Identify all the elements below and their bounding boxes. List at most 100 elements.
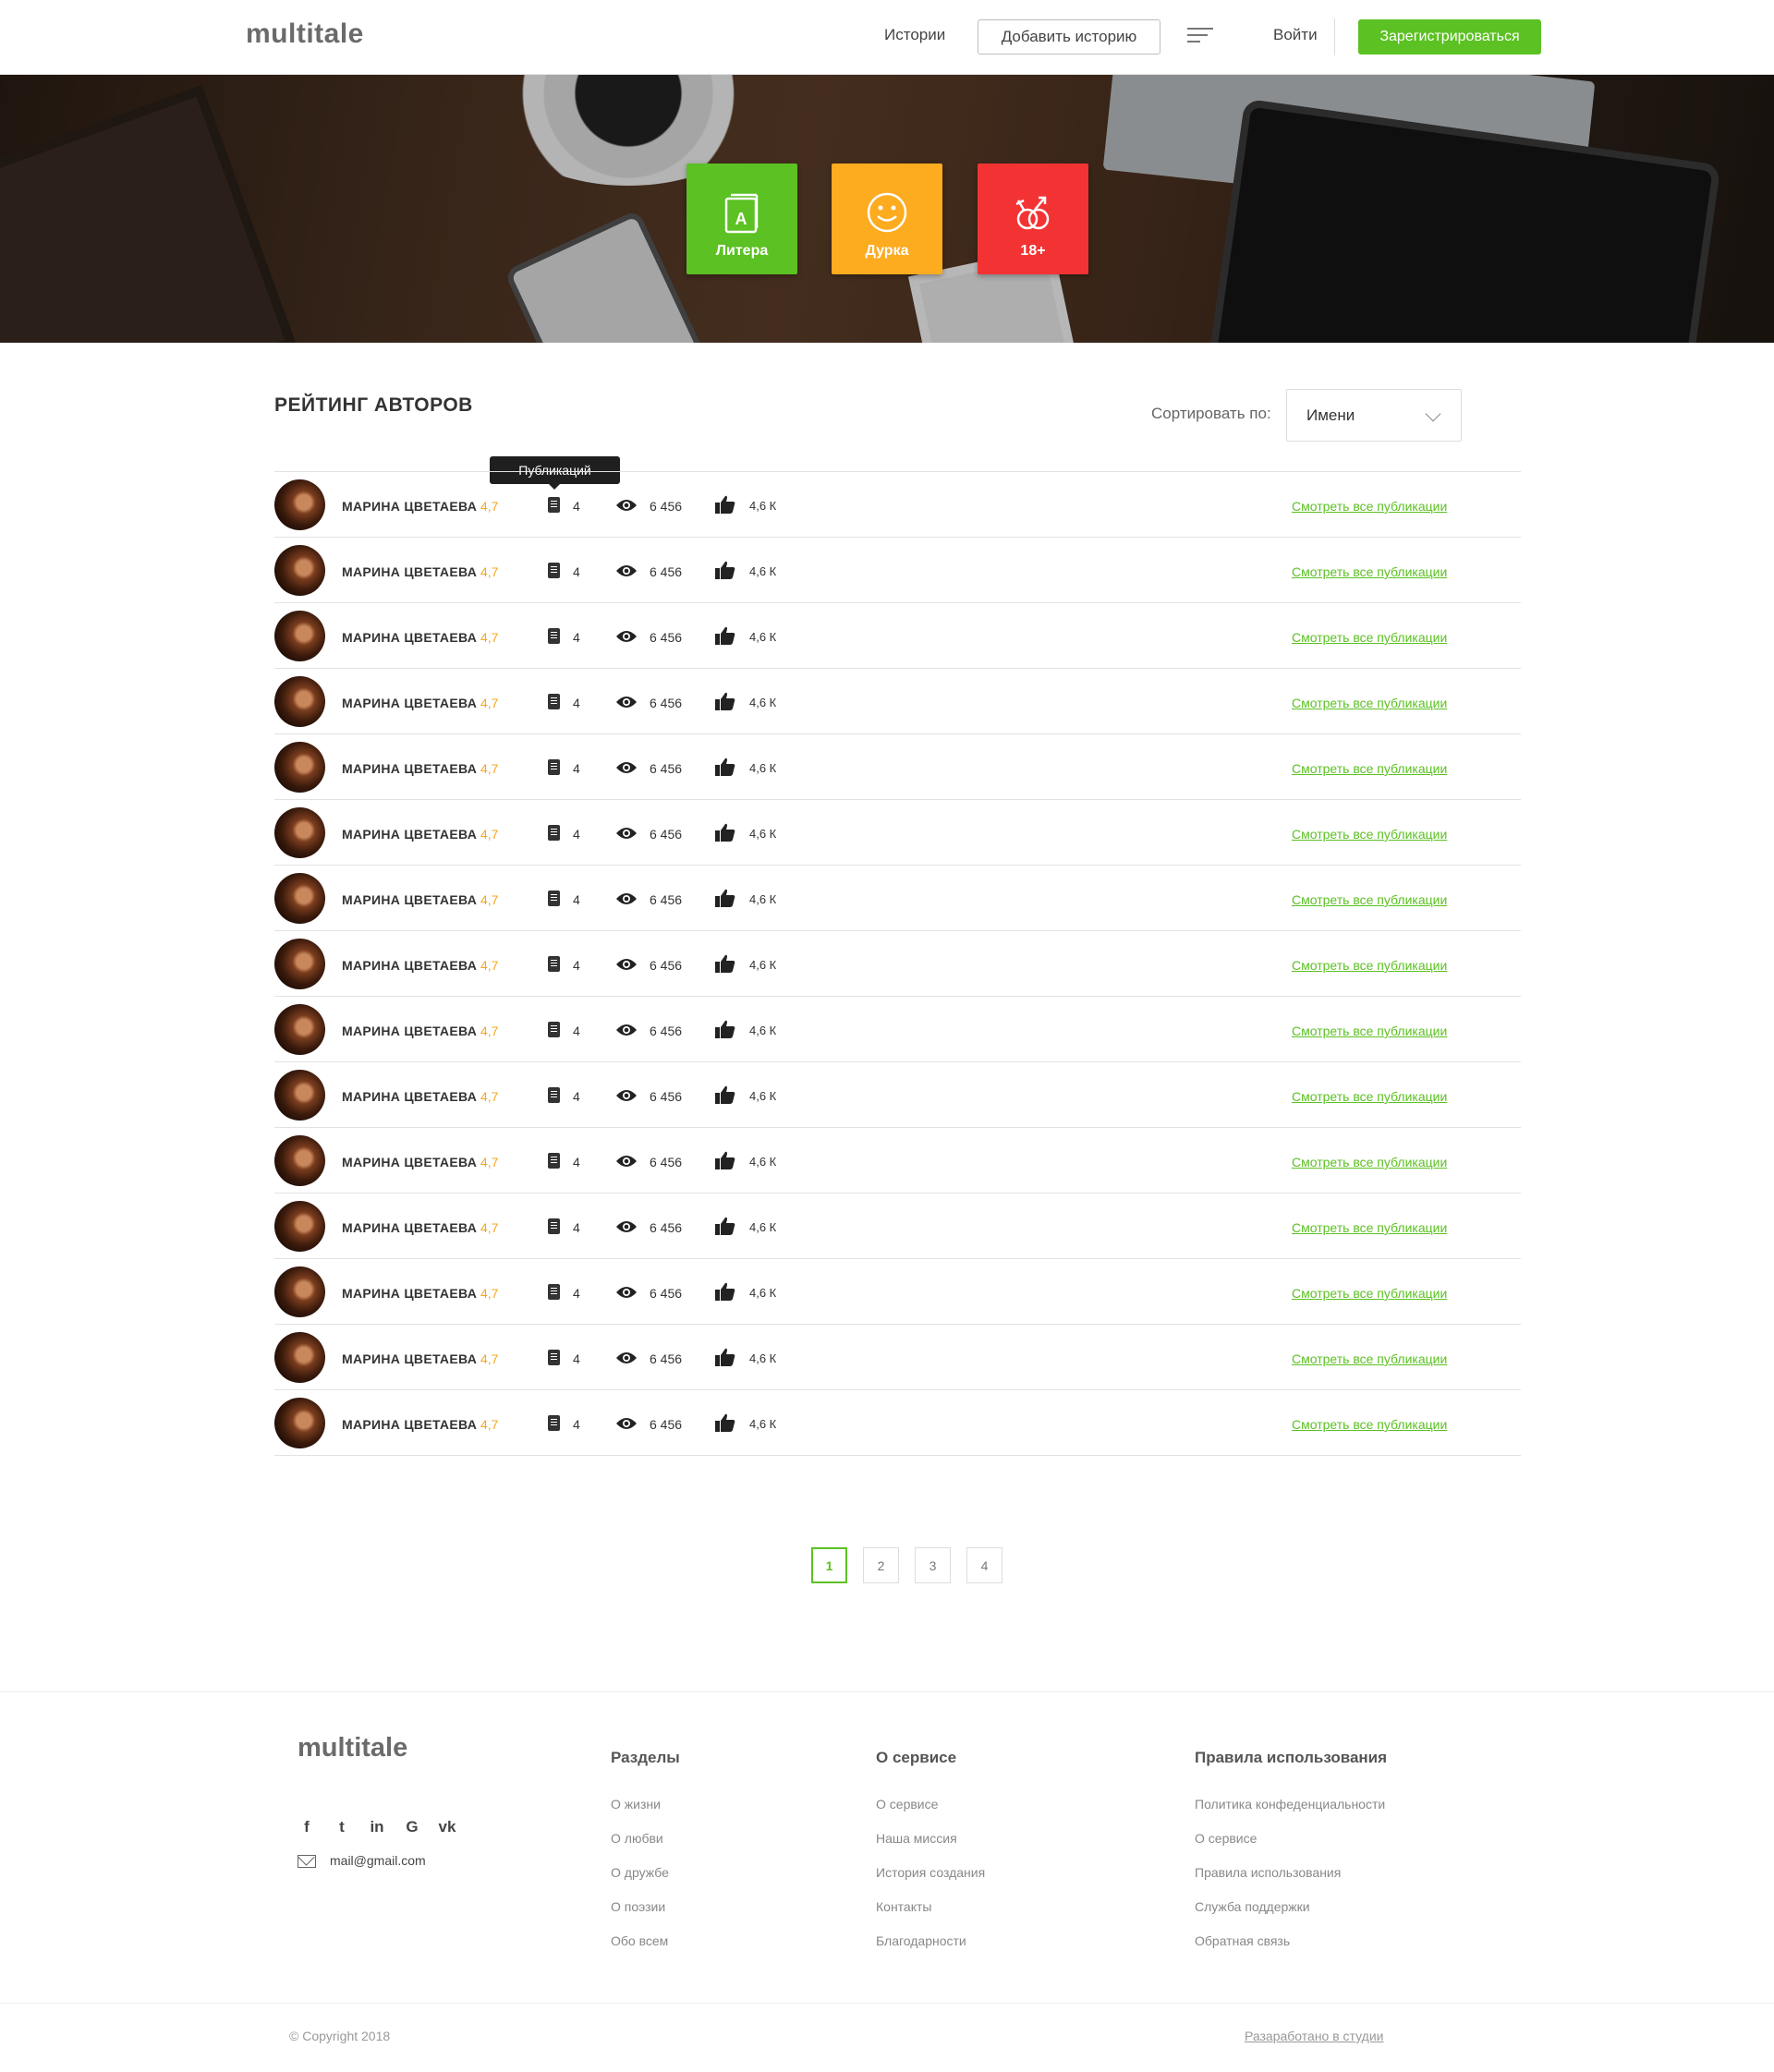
avatar[interactable] bbox=[274, 1398, 325, 1448]
avatar[interactable] bbox=[274, 611, 325, 661]
footer-link[interactable]: Наша миссия bbox=[876, 1831, 985, 1848]
footer-link[interactable]: О поэзии bbox=[611, 1899, 680, 1916]
see-all-publications-link[interactable]: Смотреть все публикации bbox=[1292, 630, 1447, 645]
author-name[interactable]: МАРИНА ЦВЕТАЕВА bbox=[342, 564, 477, 579]
thumbs-up-icon bbox=[715, 1151, 735, 1169]
category-durka-button[interactable]: Дурка bbox=[832, 164, 942, 274]
avatar[interactable] bbox=[274, 1004, 325, 1055]
page-button-2[interactable]: 2 bbox=[863, 1547, 899, 1583]
see-all-publications-link[interactable]: Смотреть все публикации bbox=[1292, 499, 1447, 514]
author-name[interactable]: МАРИНА ЦВЕТАЕВА bbox=[342, 1155, 477, 1169]
see-all-publications-link[interactable]: Смотреть все публикации bbox=[1292, 827, 1447, 842]
author-name[interactable]: МАРИНА ЦВЕТАЕВА bbox=[342, 827, 477, 842]
menu-icon[interactable] bbox=[1187, 28, 1213, 46]
footer-link[interactable]: Благодарности bbox=[876, 1933, 985, 1950]
see-all-publications-link[interactable]: Смотреть все публикации bbox=[1292, 958, 1447, 973]
footer-link[interactable]: О жизни bbox=[611, 1797, 680, 1813]
see-all-publications-link[interactable]: Смотреть все публикации bbox=[1292, 1417, 1447, 1432]
login-link[interactable]: Войти bbox=[1273, 26, 1318, 44]
facebook-icon[interactable]: f bbox=[298, 1818, 316, 1836]
views-count: 6 456 bbox=[650, 827, 683, 842]
avatar[interactable] bbox=[274, 873, 325, 924]
footer-link[interactable]: О сервисе bbox=[1195, 1831, 1387, 1848]
nav-stories-link[interactable]: Истории bbox=[884, 26, 945, 44]
see-all-publications-link[interactable]: Смотреть все публикации bbox=[1292, 1024, 1447, 1038]
footer-email[interactable]: mail@gmail.com bbox=[330, 1853, 426, 1868]
author-name[interactable]: МАРИНА ЦВЕТАЕВА bbox=[342, 1286, 477, 1301]
developer-link[interactable]: Разаработано в студии bbox=[1245, 2029, 1383, 2043]
avatar[interactable] bbox=[274, 1266, 325, 1317]
likes-count: 4,6 К bbox=[749, 1155, 777, 1169]
author-name[interactable]: МАРИНА ЦВЕТАЕВА bbox=[342, 892, 477, 907]
footer-link[interactable]: Правила использования bbox=[1195, 1865, 1387, 1882]
avatar[interactable] bbox=[274, 676, 325, 727]
footer-link[interactable]: О любви bbox=[611, 1831, 680, 1848]
logo[interactable]: multitale bbox=[246, 18, 364, 50]
avatar[interactable] bbox=[274, 1135, 325, 1186]
author-score: 4,7 bbox=[480, 958, 499, 973]
likes-count: 4,6 К bbox=[749, 1417, 777, 1431]
author-score: 4,7 bbox=[480, 630, 499, 645]
see-all-publications-link[interactable]: Смотреть все публикации bbox=[1292, 761, 1447, 776]
views-count: 6 456 bbox=[650, 761, 683, 776]
register-button[interactable]: Зарегистрироваться bbox=[1358, 19, 1541, 55]
footer-link[interactable]: О сервисе bbox=[876, 1797, 985, 1813]
avatar[interactable] bbox=[274, 479, 325, 530]
footer-logo[interactable]: multitale bbox=[298, 1733, 407, 1763]
google-plus-icon[interactable]: G bbox=[403, 1818, 421, 1836]
category-litera-button[interactable]: A Литера bbox=[687, 164, 797, 274]
thumbs-up-icon bbox=[715, 495, 735, 514]
author-name[interactable]: МАРИНА ЦВЕТАЕВА bbox=[342, 1089, 477, 1104]
see-all-publications-link[interactable]: Смотреть все публикации bbox=[1292, 564, 1447, 579]
see-all-publications-link[interactable]: Смотреть все публикации bbox=[1292, 1089, 1447, 1104]
avatar[interactable] bbox=[274, 939, 325, 989]
author-score: 4,7 bbox=[480, 1089, 499, 1104]
publications-icon bbox=[548, 563, 560, 578]
author-name[interactable]: МАРИНА ЦВЕТАЕВА bbox=[342, 696, 477, 710]
footer-link[interactable]: Обо всем bbox=[611, 1933, 680, 1950]
see-all-publications-link[interactable]: Смотреть все публикации bbox=[1292, 1155, 1447, 1169]
publications-icon bbox=[548, 1284, 560, 1300]
see-all-publications-link[interactable]: Смотреть все публикации bbox=[1292, 1351, 1447, 1366]
sort-select[interactable]: Имени bbox=[1286, 389, 1462, 442]
footer-link[interactable]: Служба поддержки bbox=[1195, 1899, 1387, 1916]
vk-icon[interactable]: vk bbox=[438, 1818, 456, 1836]
page-button-3[interactable]: 3 bbox=[915, 1547, 951, 1583]
linkedin-icon[interactable]: in bbox=[368, 1818, 386, 1836]
footer-link[interactable]: Обратная связь bbox=[1195, 1933, 1387, 1950]
see-all-publications-link[interactable]: Смотреть все публикации bbox=[1292, 1286, 1447, 1301]
avatar[interactable] bbox=[274, 1332, 325, 1383]
footer-link[interactable]: Контакты bbox=[876, 1899, 985, 1916]
thumbs-up-icon bbox=[715, 823, 735, 842]
avatar[interactable] bbox=[274, 545, 325, 596]
rings-icon bbox=[1015, 196, 1050, 230]
category-18-button[interactable]: 18+ bbox=[978, 164, 1088, 274]
add-story-button[interactable]: Добавить историю bbox=[978, 19, 1160, 55]
category-label: 18+ bbox=[1020, 243, 1046, 259]
page-button-1[interactable]: 1 bbox=[811, 1547, 847, 1583]
avatar[interactable] bbox=[274, 1201, 325, 1252]
avatar[interactable] bbox=[274, 1070, 325, 1121]
see-all-publications-link[interactable]: Смотреть все публикации bbox=[1292, 892, 1447, 907]
avatar[interactable] bbox=[274, 742, 325, 793]
author-name[interactable]: МАРИНА ЦВЕТАЕВА bbox=[342, 1024, 477, 1038]
page-button-4[interactable]: 4 bbox=[966, 1547, 1002, 1583]
author-name[interactable]: МАРИНА ЦВЕТАЕВА bbox=[342, 499, 477, 514]
author-name[interactable]: МАРИНА ЦВЕТАЕВА bbox=[342, 761, 477, 776]
publications-count: 4 bbox=[573, 1417, 580, 1432]
author-name[interactable]: МАРИНА ЦВЕТАЕВА bbox=[342, 1220, 477, 1235]
author-list: МАРИНА ЦВЕТАЕВА 4,7 4 6 456 4,6 К Смотре… bbox=[274, 471, 1521, 1456]
avatar[interactable] bbox=[274, 807, 325, 858]
author-name[interactable]: МАРИНА ЦВЕТАЕВА bbox=[342, 1351, 477, 1366]
author-name[interactable]: МАРИНА ЦВЕТАЕВА bbox=[342, 630, 477, 645]
publications-icon bbox=[548, 759, 560, 775]
author-score: 4,7 bbox=[480, 1286, 499, 1301]
footer-link[interactable]: История создания bbox=[876, 1865, 985, 1882]
see-all-publications-link[interactable]: Смотреть все публикации bbox=[1292, 1220, 1447, 1235]
footer-link[interactable]: О дружбе bbox=[611, 1865, 680, 1882]
author-name[interactable]: МАРИНА ЦВЕТАЕВА bbox=[342, 958, 477, 973]
author-name[interactable]: МАРИНА ЦВЕТАЕВА bbox=[342, 1417, 477, 1432]
footer-link[interactable]: Политика конфеденциальности bbox=[1195, 1797, 1387, 1813]
twitter-icon[interactable]: t bbox=[333, 1818, 351, 1836]
see-all-publications-link[interactable]: Смотреть все публикации bbox=[1292, 696, 1447, 710]
